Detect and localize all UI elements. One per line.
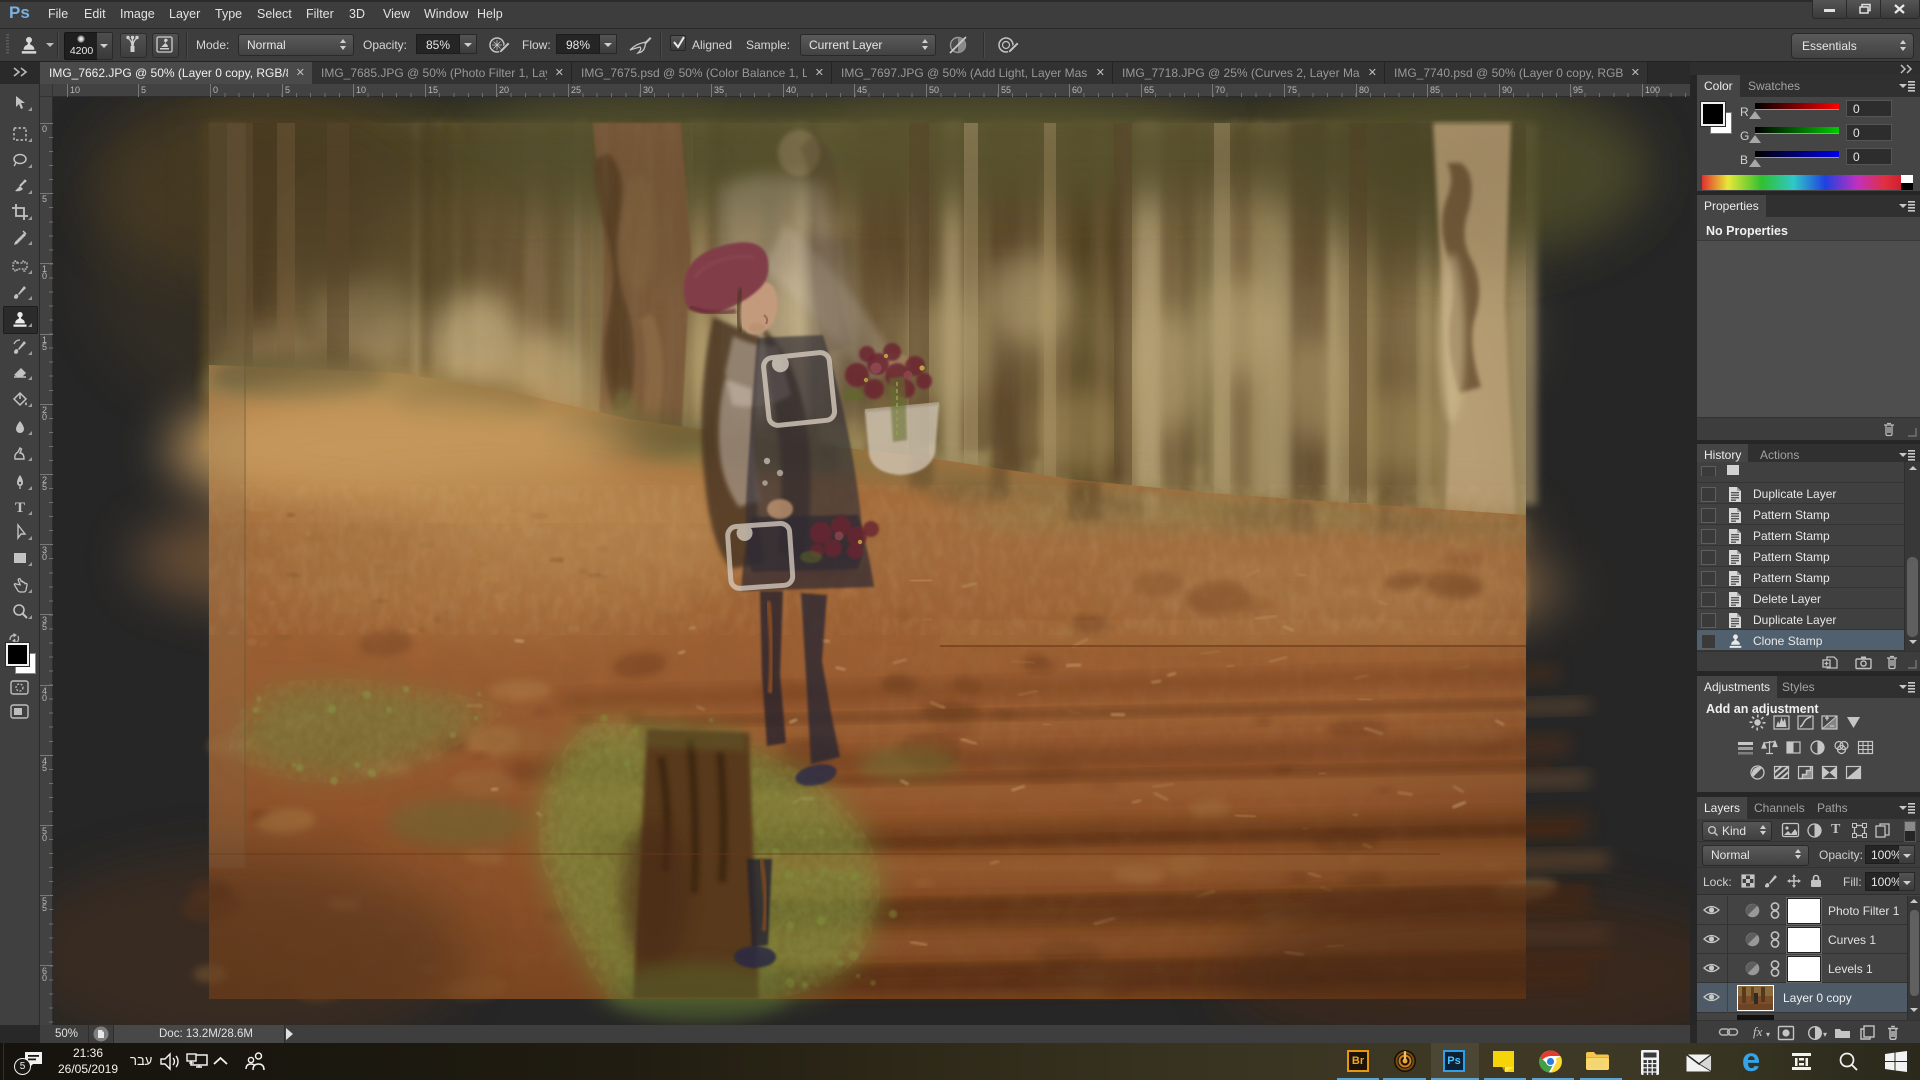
svg-text:T: T xyxy=(15,500,25,516)
